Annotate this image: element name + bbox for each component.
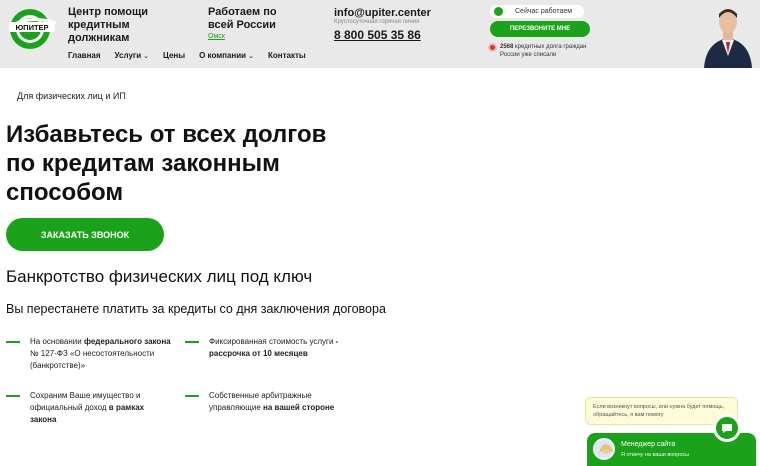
brand-name: Центр помощи кредитным должникам — [68, 6, 149, 44]
nav-prices[interactable]: Цены — [163, 51, 185, 60]
status-text: Сейчас работаем — [515, 8, 573, 15]
worktime: Работаем по всей России — [208, 6, 277, 31]
feature-item: На основании федерального закона № 127-Ф… — [6, 336, 180, 372]
logo-icon[interactable]: ЮПИТЕР — [6, 5, 58, 51]
nav-home[interactable]: Главная — [68, 51, 101, 60]
chat-icon[interactable] — [713, 414, 741, 442]
debts-counter: 2568 кредитных долга граждан России уже … — [490, 43, 600, 59]
order-call-button[interactable]: ЗАКАЗАТЬ ЗВОНОК — [6, 218, 164, 251]
page-title: Избавьтесь от всех долгов по кредитам за… — [6, 121, 327, 206]
phone-link[interactable]: 8 800 505 35 86 — [334, 28, 421, 42]
chevron-down-icon: ⌄ — [248, 52, 254, 60]
nav-services[interactable]: Услуги ⌄ — [115, 51, 149, 60]
audience-tag: Для физических лиц и ИП — [17, 91, 126, 101]
hotline-label: Круглосуточная горячая линия — [334, 19, 420, 25]
chat-manager-name: Менеджер сайта — [621, 441, 676, 448]
status-dot-icon — [494, 7, 503, 16]
avatar — [593, 438, 615, 460]
status-badge: Сейчас работаем — [490, 5, 584, 18]
lawyer-portrait — [700, 4, 756, 68]
nav-about[interactable]: О компании ⌄ — [199, 51, 254, 60]
feature-item: Фиксированная стоимость услуги - рассроч… — [185, 336, 359, 360]
dash-icon — [185, 395, 199, 397]
city-selector[interactable]: Омск — [208, 33, 225, 40]
alert-dot-icon — [490, 45, 495, 50]
hero-lead: Вы перестанете платить за кредиты со дня… — [6, 302, 386, 316]
nav-contacts[interactable]: Контакты — [268, 51, 306, 60]
dash-icon — [185, 341, 199, 343]
main-nav: Главная Услуги ⌄ Цены О компании ⌄ Контакт… — [68, 51, 306, 60]
chevron-down-icon: ⌄ — [143, 52, 150, 60]
feature-item: Собственные арбитражные управляющие на в… — [185, 390, 359, 414]
chat-manager-sub: Я отвечу на ваши вопросы — [621, 452, 690, 458]
callback-button[interactable]: ПЕРЕЗВОНИТЕ МНЕ — [490, 21, 590, 37]
dash-icon — [6, 341, 20, 343]
logo-text: ЮПИТЕР — [15, 23, 48, 32]
dash-icon — [6, 395, 20, 397]
site-header: ЮПИТЕР Центр помощи кредитным должникам … — [0, 0, 760, 68]
feature-item: Сохраним Ваше имущество и официальный до… — [6, 390, 158, 426]
email-link[interactable]: info@upiter.center — [334, 7, 431, 19]
hero-subtitle: Банкротство физических лиц под ключ — [6, 267, 313, 286]
